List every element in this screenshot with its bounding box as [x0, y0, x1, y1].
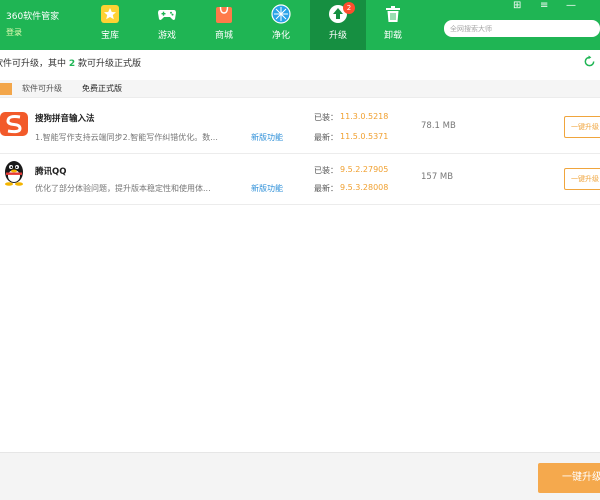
file-size: 78.1 MB: [421, 121, 456, 131]
latest-version-label: 最新：: [314, 133, 338, 142]
nav-tab-treasury[interactable]: 宝库: [82, 0, 138, 50]
star-icon: [101, 5, 119, 23]
nav-tab-games[interactable]: 游戏: [139, 0, 195, 50]
nav-tab-purify[interactable]: 净化: [253, 0, 309, 50]
app-description: 1.智能写作支持云端同步2.智能写作纠错优化。数...: [35, 133, 218, 142]
menu-icon[interactable]: ≡: [540, 0, 548, 11]
filter-tab-all[interactable]: 软件可升级: [22, 83, 62, 94]
nav-label: 宝库: [100, 31, 119, 41]
app-title: 360软件管家: [6, 12, 60, 22]
top-bar: 360软件管家 登录 宝库 游戏 商城 净化 2 升级 卸载 ⊞ ≡ — 全网搜…: [0, 0, 600, 50]
nav-label: 升级: [328, 31, 347, 41]
summary-text-before: 软件可升级，其中: [0, 59, 69, 69]
refresh-icon[interactable]: [583, 55, 596, 68]
shield-icon: [271, 4, 291, 24]
nav-tab-upgrade[interactable]: 2 升级: [310, 0, 366, 50]
app-description: 优化了部分体验问题，提升版本稳定性和使用体...: [35, 184, 211, 193]
sogou-input-icon: [0, 112, 28, 136]
upgrade-summary: 软件可升级，其中 2 款可升级正式版: [0, 54, 594, 74]
latest-version-label: 最新：: [314, 184, 338, 193]
installed-version: 9.5.2.27905: [340, 165, 389, 174]
summary-text-after: 款可升级正式版: [75, 59, 142, 69]
filter-bar: 软件可升级 免费正式版: [0, 80, 600, 98]
upgrade-count-badge: 2: [343, 2, 355, 14]
search-box: [444, 20, 600, 37]
upgrade-button[interactable]: 一键升级: [564, 116, 600, 138]
installed-version: 11.3.0.5218: [340, 112, 389, 121]
nav-tab-uninstall[interactable]: 卸载: [365, 0, 421, 50]
trash-icon: [386, 6, 400, 22]
filter-tab-free[interactable]: 免费正式版: [82, 83, 122, 94]
shopping-bag-icon: [216, 6, 232, 23]
upgrade-button[interactable]: 一键升级: [564, 168, 600, 190]
nav-label: 游戏: [157, 31, 176, 41]
new-features-link[interactable]: 新版功能: [251, 132, 283, 143]
installed-version-label: 已装：: [314, 166, 338, 175]
file-size: 157 MB: [421, 172, 454, 182]
nav-label: 卸载: [383, 31, 402, 41]
new-features-link[interactable]: 新版功能: [251, 183, 283, 194]
upgrade-all-button[interactable]: 一键升级: [538, 463, 600, 493]
grid-icon[interactable]: ⊞: [513, 0, 521, 11]
app-row: 腾讯QQ 优化了部分体验问题，提升版本稳定性和使用体... 新版功能 已装： 9…: [0, 155, 600, 205]
minimize-icon[interactable]: —: [566, 0, 576, 11]
qq-penguin-icon: [5, 161, 23, 186]
nav-label: 净化: [271, 31, 290, 41]
installed-version-label: 已装：: [314, 113, 338, 122]
latest-version: 9.5.3.28008: [340, 183, 389, 192]
gamepad-icon: [158, 10, 176, 20]
app-row: 搜狗拼音输入法 1.智能写作支持云端同步2.智能写作纠错优化。数... 新版功能…: [0, 104, 600, 154]
nav-label: 商城: [214, 31, 233, 41]
login-link[interactable]: 登录: [6, 27, 22, 38]
app-name: 搜狗拼音输入法: [35, 114, 95, 124]
nav-tab-mall[interactable]: 商城: [196, 0, 252, 50]
filter-checkbox[interactable]: [0, 83, 12, 95]
search-input[interactable]: [450, 22, 590, 35]
latest-version: 11.5.0.5371: [340, 132, 389, 141]
app-name: 腾讯QQ: [35, 167, 67, 177]
footer-bar: 一键升级: [0, 452, 600, 500]
